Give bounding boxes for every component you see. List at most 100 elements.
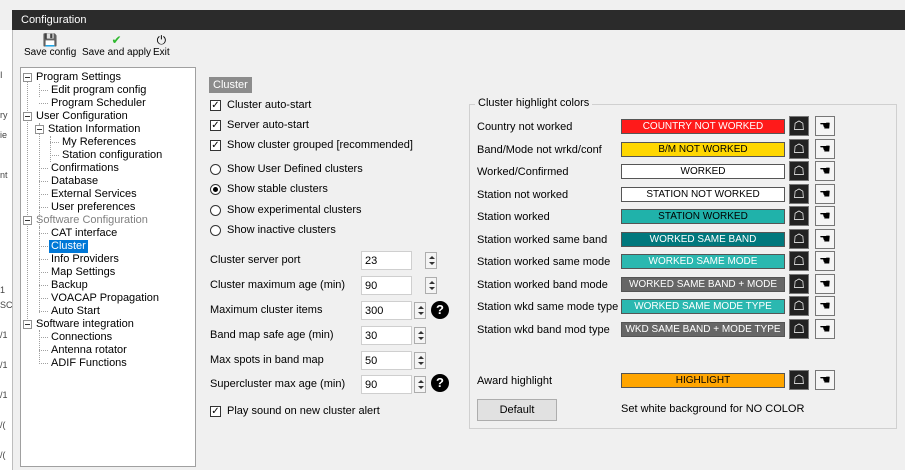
expand-toggle[interactable] (35, 125, 44, 134)
tree-database[interactable]: Database (49, 175, 100, 188)
paint-bucket-icon[interactable]: ☚ (815, 274, 835, 294)
paint-bucket-icon[interactable]: ☖ (789, 184, 809, 204)
exit-button[interactable]: ⏻ Exit (153, 33, 170, 58)
paint-bucket-icon[interactable]: ☖ (789, 370, 809, 390)
server-port-input[interactable]: 23 (361, 251, 412, 270)
max-spots-input[interactable]: 50 (361, 351, 412, 370)
paint-bucket-icon[interactable]: ☖ (789, 274, 809, 294)
max-age-input[interactable]: 90 (361, 276, 412, 295)
stable-clusters-label: Show stable clusters (227, 183, 328, 195)
highlight-color-swatch: WORKED SAME MODE TYPE (621, 299, 785, 314)
tree-software-integration[interactable]: Software integration (34, 318, 136, 331)
tree-auto-start[interactable]: Auto Start (49, 305, 102, 318)
inactive-clusters-label: Show inactive clusters (227, 224, 336, 236)
highlight-color-swatch: WORKED (621, 164, 785, 179)
paint-bucket-icon[interactable]: ☖ (789, 116, 809, 136)
user-defined-clusters-radio[interactable] (210, 164, 221, 175)
tree-adif-functions[interactable]: ADIF Functions (49, 357, 129, 370)
save-icon: 💾 (42, 33, 58, 47)
tree-external-services[interactable]: External Services (49, 188, 139, 201)
tree-cat-interface[interactable]: CAT interface (49, 227, 119, 240)
tree-program-scheduler[interactable]: Program Scheduler (49, 97, 148, 110)
paint-bucket-icon[interactable]: ☚ (815, 161, 835, 181)
paint-bucket-icon[interactable]: ☖ (789, 319, 809, 339)
expand-toggle[interactable] (23, 320, 32, 329)
paint-bucket-icon[interactable]: ☖ (789, 251, 809, 271)
inactive-clusters-radio[interactable] (210, 225, 221, 236)
highlight-row-label: Station worked (477, 211, 550, 223)
tree-station-information[interactable]: Station Information (46, 123, 142, 136)
paint-bucket-icon[interactable]: ☚ (815, 370, 835, 390)
highlight-row-label: Country not worked (477, 121, 573, 133)
paint-bucket-icon[interactable]: ☚ (815, 184, 835, 204)
paint-bucket-icon[interactable]: ☖ (789, 139, 809, 159)
expand-toggle[interactable] (23, 112, 32, 121)
paint-bucket-icon[interactable]: ☖ (789, 161, 809, 181)
tree-cluster[interactable]: Cluster (49, 240, 88, 253)
award-highlight-color: HIGHLIGHT (621, 373, 785, 388)
tree-user-configuration[interactable]: User Configuration (34, 110, 130, 123)
paint-bucket-icon[interactable]: ☚ (815, 319, 835, 339)
tree-user-preferences[interactable]: User preferences (49, 201, 137, 214)
tree-software-configuration[interactable]: Software Configuration (34, 214, 150, 227)
cluster-grouped-checkbox[interactable]: ✓ (210, 140, 221, 151)
tree-my-references[interactable]: My References (60, 136, 138, 149)
save-apply-button[interactable]: ✔ Save and apply (82, 33, 151, 58)
highlight-color-swatch: WORKED SAME MODE (621, 254, 785, 269)
paint-bucket-icon[interactable]: ☖ (789, 229, 809, 249)
experimental-clusters-radio[interactable] (210, 205, 221, 216)
server-auto-start-checkbox[interactable]: ✓ (210, 120, 221, 131)
paint-bucket-icon[interactable]: ☚ (815, 251, 835, 271)
default-button[interactable]: Default (477, 399, 557, 421)
expand-toggle[interactable] (23, 73, 32, 82)
highlight-row-label: Station worked same mode (477, 256, 611, 268)
help-icon[interactable]: ? (431, 301, 449, 319)
settings-tree[interactable]: Program Settings Edit program config Pro… (20, 67, 196, 467)
tree-confirmations[interactable]: Confirmations (49, 162, 121, 175)
paint-bucket-icon[interactable]: ☖ (789, 206, 809, 226)
tree-edit-program-config[interactable]: Edit program config (49, 84, 148, 97)
expand-toggle[interactable] (23, 216, 32, 225)
section-title: Cluster (209, 77, 252, 93)
paint-bucket-icon[interactable]: ☚ (815, 229, 835, 249)
highlight-color-swatch: STATION NOT WORKED (621, 187, 785, 202)
max-age-stepper[interactable] (425, 277, 437, 294)
save-config-button[interactable]: 💾 Save config (24, 33, 76, 58)
server-port-stepper[interactable] (425, 252, 437, 269)
tree-voacap-propagation[interactable]: VOACAP Propagation (49, 292, 161, 305)
configuration-window: Configuration I ry ie nt 1 SC /1 /1 /1 /… (0, 0, 905, 470)
supercluster-max-age-input[interactable]: 90 (361, 375, 412, 394)
paint-bucket-icon[interactable]: ☖ (789, 296, 809, 316)
highlight-row-label: Station wkd same mode type (477, 301, 619, 313)
tree-antenna-rotator[interactable]: Antenna rotator (49, 344, 129, 357)
max-items-stepper[interactable] (414, 302, 426, 319)
highlight-row-label: Band/Mode not wrkd/conf (477, 144, 602, 156)
play-sound-checkbox[interactable]: ✓ (210, 406, 221, 417)
paint-bucket-icon[interactable]: ☚ (815, 206, 835, 226)
paint-bucket-icon[interactable]: ☚ (815, 139, 835, 159)
paint-bucket-icon[interactable]: ☚ (815, 296, 835, 316)
max-items-label: Maximum cluster items (210, 304, 323, 316)
checkmark-icon: ✔ (111, 33, 122, 47)
window-titlebar: Configuration (12, 10, 905, 30)
window-title: Configuration (21, 14, 87, 26)
max-age-label: Cluster maximum age (min) (210, 279, 346, 291)
server-auto-start-label: Server auto-start (227, 119, 309, 131)
tree-connections[interactable]: Connections (49, 331, 114, 344)
paint-bucket-icon[interactable]: ☚ (815, 116, 835, 136)
play-sound-label: Play sound on new cluster alert (227, 405, 380, 417)
stable-clusters-radio[interactable] (210, 184, 221, 195)
max-items-input[interactable]: 300 (361, 301, 412, 320)
supercluster-max-age-stepper[interactable] (414, 376, 426, 393)
band-map-safe-age-input[interactable]: 30 (361, 326, 412, 345)
cluster-auto-start-checkbox[interactable]: ✓ (210, 100, 221, 111)
cluster-grouped-label: Show cluster grouped [recommended] (227, 139, 413, 151)
tree-station-configuration[interactable]: Station configuration (60, 149, 164, 162)
max-spots-stepper[interactable] (414, 352, 426, 369)
tree-info-providers[interactable]: Info Providers (49, 253, 121, 266)
band-map-safe-age-stepper[interactable] (414, 327, 426, 344)
tree-map-settings[interactable]: Map Settings (49, 266, 117, 279)
tree-backup[interactable]: Backup (49, 279, 90, 292)
help-icon[interactable]: ? (431, 374, 449, 392)
tree-program-settings[interactable]: Program Settings (34, 71, 123, 84)
